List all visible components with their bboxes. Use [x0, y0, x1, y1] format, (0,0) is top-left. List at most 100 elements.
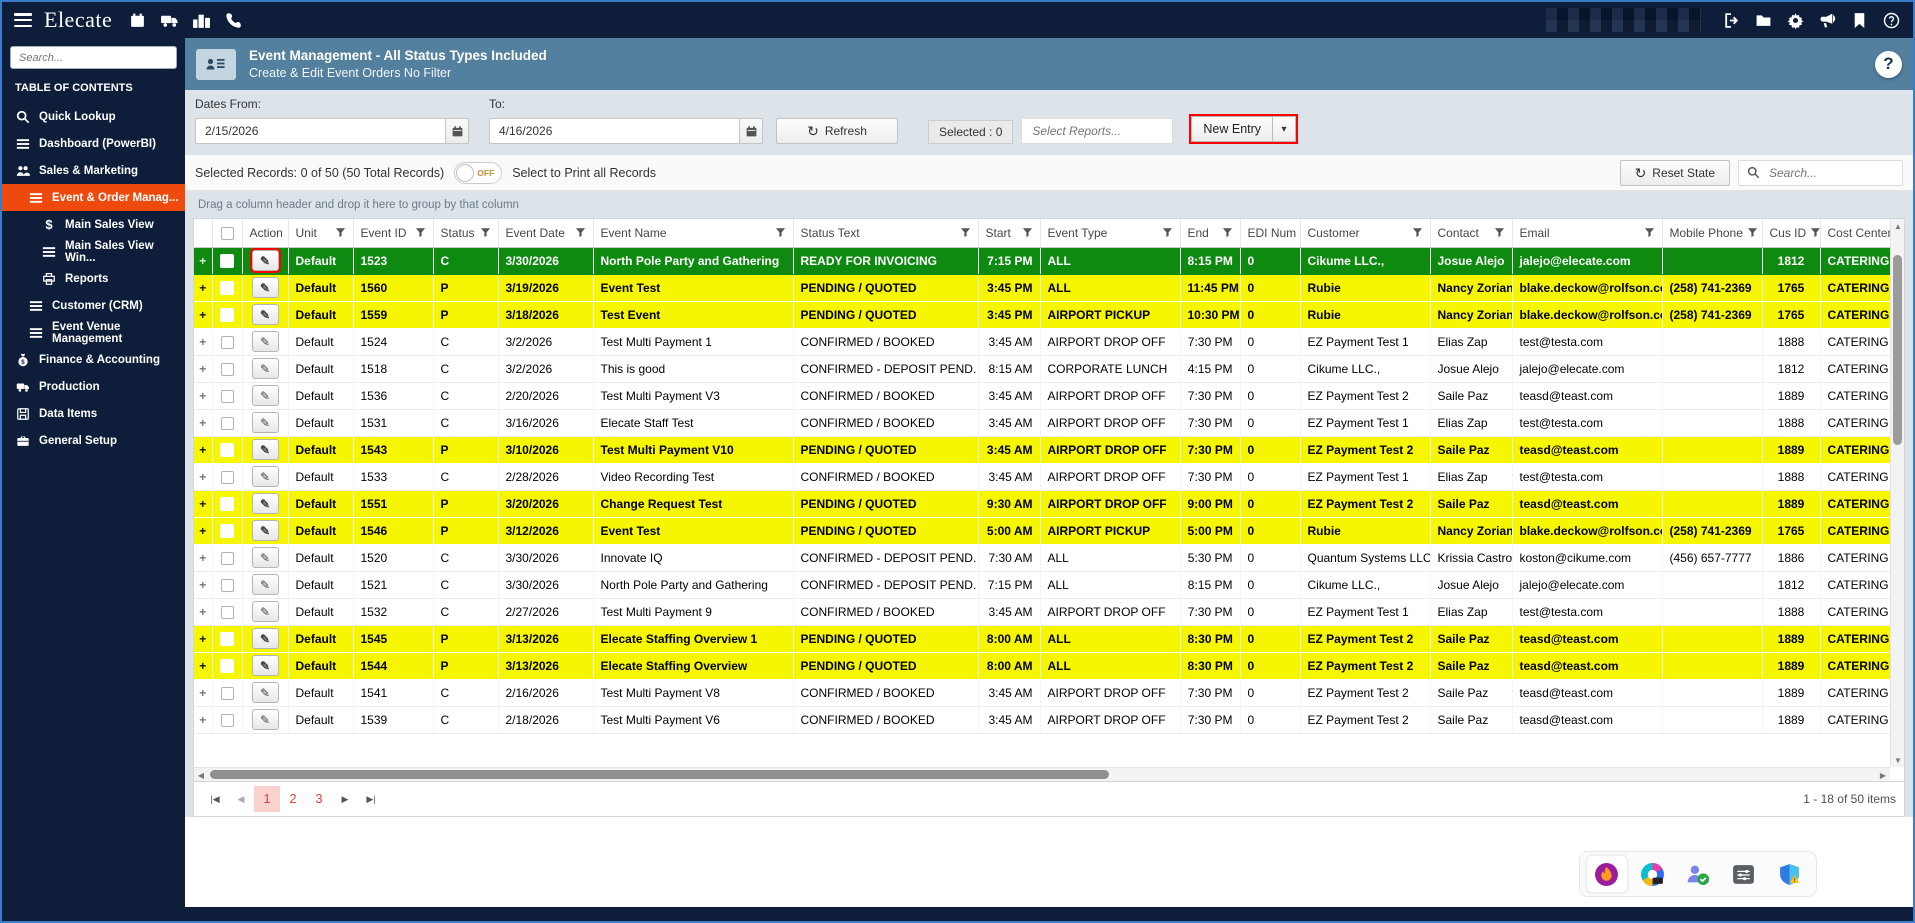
sign-out-icon[interactable]: [1722, 12, 1741, 29]
edit-pencil-button[interactable]: ✎: [251, 655, 279, 676]
table-row[interactable]: + ✎ Default 1518 C 3/2/2026 This is good CONFIR…: [194, 355, 1904, 383]
vertical-scroll-thumb[interactable]: [1893, 255, 1902, 445]
table-row[interactable]: + ✎ Default 1521 C 3/30/2026 North Pole Party …: [194, 571, 1904, 599]
expand-row-button[interactable]: +: [194, 382, 213, 410]
vertical-scrollbar[interactable]: ▲ ▼: [1890, 219, 1904, 767]
table-row[interactable]: + ✎ Default 1524 C 3/2/2026 Test Multi Payment…: [194, 328, 1904, 356]
column-header-event_id[interactable]: Event ID: [353, 219, 434, 248]
row-checkbox[interactable]: [220, 658, 234, 673]
sidebar-item-finance-accounting[interactable]: $ Finance & Accounting: [2, 346, 185, 373]
horizontal-scrollbar[interactable]: ◀ ▶: [194, 767, 1890, 781]
row-checkbox[interactable]: [220, 442, 234, 457]
copilot-app-icon[interactable]: [1631, 855, 1673, 893]
sidebar-item-dashboard-powerbi[interactable]: Dashboard (PowerBI): [2, 130, 185, 157]
filter-funnel-icon[interactable]: [335, 227, 346, 238]
sidebar-item-general-setup[interactable]: General Setup: [2, 427, 185, 454]
row-checkbox[interactable]: [220, 713, 234, 727]
expand-row-button[interactable]: +: [194, 355, 213, 383]
folder-icon[interactable]: [1754, 12, 1773, 29]
pager-page-2[interactable]: 2: [280, 786, 306, 812]
edit-pencil-button[interactable]: ✎: [251, 520, 279, 541]
table-row[interactable]: + ✎ Default 1536 C 2/20/2026 Test Multi Paymen…: [194, 382, 1904, 410]
teams-check-app-icon[interactable]: [1677, 855, 1719, 893]
pager-next-button[interactable]: ▶: [332, 786, 358, 812]
list-settings-app-icon[interactable]: [1723, 855, 1765, 893]
edit-pencil-button[interactable]: ✎: [251, 466, 279, 487]
row-checkbox[interactable]: [220, 416, 234, 430]
sidebar-item-customer-crm[interactable]: Customer (CRM): [2, 292, 185, 319]
chevron-down-icon[interactable]: ▾: [1272, 117, 1295, 141]
expand-row-button[interactable]: +: [194, 517, 213, 545]
truck-icon[interactable]: [160, 12, 179, 29]
sidebar-item-reports[interactable]: Reports: [2, 265, 185, 292]
row-checkbox[interactable]: [220, 362, 234, 376]
filter-funnel-icon[interactable]: [960, 227, 971, 238]
edit-pencil-button[interactable]: ✎: [249, 248, 281, 273]
column-header-event_name[interactable]: Event Name: [593, 219, 794, 248]
row-checkbox[interactable]: [220, 578, 234, 592]
table-row[interactable]: + ✎ Default 1551 P 3/20/2026 Change Request Te…: [194, 490, 1904, 518]
filter-funnel-icon[interactable]: [1022, 227, 1033, 238]
table-row[interactable]: + ✎ Default 1533 C 2/28/2026 Video Recording T…: [194, 463, 1904, 491]
filter-funnel-icon[interactable]: [1644, 227, 1655, 238]
filter-funnel-icon[interactable]: [415, 227, 426, 238]
table-row[interactable]: + ✎ Default 1543 P 3/10/2026 Test Multi Paymen…: [194, 436, 1904, 464]
row-checkbox[interactable]: [220, 631, 234, 646]
filter-funnel-icon[interactable]: [1222, 227, 1233, 238]
filter-funnel-icon[interactable]: [775, 227, 786, 238]
filter-funnel-icon[interactable]: [1810, 227, 1819, 238]
scroll-left-icon[interactable]: ◀: [194, 768, 208, 781]
table-row[interactable]: + ✎ Default 1532 C 2/27/2026 Test Multi Paymen…: [194, 598, 1904, 626]
table-row[interactable]: + ✎ Default 1523 C 3/30/2026 North Pole Party …: [194, 247, 1904, 275]
gear-icon[interactable]: [1786, 12, 1805, 29]
table-row[interactable]: + ✎ Default 1559 P 3/18/2026 Test Event PENDING…: [194, 301, 1904, 329]
expand-row-button[interactable]: +: [194, 490, 213, 518]
pager-first-button[interactable]: |◀: [202, 786, 228, 812]
sidebar-item-data-items[interactable]: Data Items: [2, 400, 185, 427]
column-header-customer[interactable]: Customer: [1300, 219, 1431, 248]
filter-funnel-icon[interactable]: [480, 227, 491, 238]
table-row[interactable]: + ✎ Default 1560 P 3/19/2026 Event Test PENDING…: [194, 274, 1904, 302]
expand-row-button[interactable]: +: [194, 544, 213, 572]
table-row[interactable]: + ✎ Default 1541 C 2/16/2026 Test Multi Paymen…: [194, 679, 1904, 707]
filter-funnel-icon[interactable]: [1162, 227, 1173, 238]
pager-page-3[interactable]: 3: [306, 786, 332, 812]
date-from-input[interactable]: [195, 118, 445, 144]
expand-row-button[interactable]: +: [194, 652, 213, 680]
date-from-calendar-icon[interactable]: [445, 118, 469, 144]
column-header-edi_num[interactable]: EDI Num: [1240, 219, 1301, 248]
date-to-calendar-icon[interactable]: [739, 118, 763, 144]
sidebar-search-input[interactable]: [10, 46, 177, 69]
row-checkbox[interactable]: [220, 686, 234, 700]
row-checkbox[interactable]: [220, 470, 234, 484]
new-entry-button[interactable]: New Entry ▾: [1191, 116, 1297, 142]
table-row[interactable]: + ✎ Default 1520 C 3/30/2026 Innovate IQ CONFIR…: [194, 544, 1904, 572]
row-checkbox[interactable]: [220, 605, 234, 619]
sidebar-item-event-order-manag[interactable]: Event & Order Manag...: [2, 184, 185, 211]
row-checkbox[interactable]: [220, 551, 234, 565]
filter-funnel-icon[interactable]: [1494, 227, 1505, 238]
edit-pencil-button[interactable]: ✎: [251, 574, 279, 595]
edit-pencil-button[interactable]: ✎: [251, 304, 279, 325]
group-drop-zone[interactable]: Drag a column header and drop it here to…: [185, 191, 1913, 218]
edit-pencil-button[interactable]: ✎: [251, 547, 279, 568]
edit-pencil-button[interactable]: ✎: [251, 709, 279, 730]
building-icon[interactable]: [192, 12, 211, 29]
table-row[interactable]: + ✎ Default 1539 C 2/18/2026 Test Multi Paymen…: [194, 706, 1904, 734]
column-header-status_text[interactable]: Status Text: [793, 219, 979, 248]
select-all-checkbox[interactable]: [220, 226, 234, 240]
filter-funnel-icon[interactable]: [1412, 227, 1423, 238]
help-button[interactable]: ?: [1875, 50, 1902, 78]
row-checkbox[interactable]: [220, 280, 234, 295]
edit-pencil-button[interactable]: ✎: [251, 439, 279, 460]
column-header-status[interactable]: Status: [433, 219, 499, 248]
grid-search-input[interactable]: [1767, 164, 1894, 181]
column-header-action[interactable]: Action: [242, 219, 289, 248]
sidebar-item-production[interactable]: Production: [2, 373, 185, 400]
sidebar-item-event-venue-management[interactable]: Event Venue Management: [2, 319, 185, 346]
column-header-cus_id[interactable]: Cus ID: [1762, 219, 1821, 248]
pager-last-button[interactable]: ▶|: [358, 786, 384, 812]
edit-pencil-button[interactable]: ✎: [251, 682, 279, 703]
edit-pencil-button[interactable]: ✎: [251, 601, 279, 622]
column-header-contact[interactable]: Contact: [1430, 219, 1513, 248]
